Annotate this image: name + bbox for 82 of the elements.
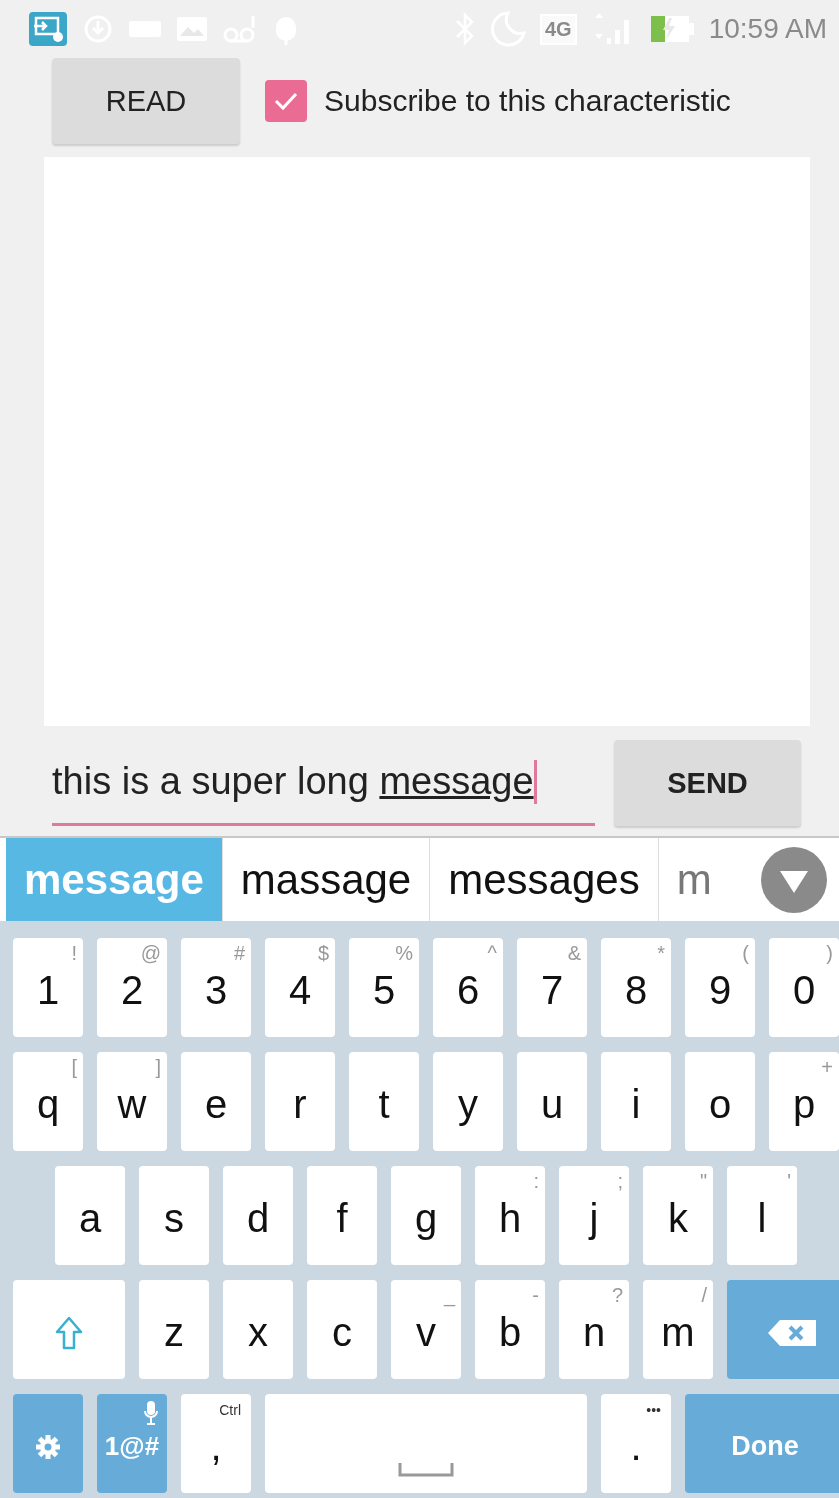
key-hint: +	[821, 1056, 833, 1079]
key[interactable]: n ?	[559, 1280, 629, 1379]
space-icon	[398, 1460, 454, 1477]
subscribe-label: Subscribe to this characteristic	[324, 84, 731, 118]
key[interactable]: 0 )	[769, 938, 839, 1037]
key[interactable]: j ;	[559, 1166, 629, 1265]
key-hint: Ctrl	[219, 1402, 241, 1418]
key-hint: *	[657, 942, 665, 965]
key-hint: (	[742, 942, 749, 965]
key-hint: ?	[611, 1284, 623, 1307]
key[interactable]: 1 !	[13, 938, 83, 1037]
key[interactable]: 4 $	[265, 938, 335, 1037]
key[interactable]: o	[685, 1052, 755, 1151]
key[interactable]: . •••	[601, 1394, 671, 1493]
key[interactable]: m /	[643, 1280, 713, 1379]
key[interactable]: 8 *	[601, 938, 671, 1037]
key[interactable]: r	[265, 1052, 335, 1151]
subscribe-checkbox[interactable]	[265, 80, 307, 122]
key[interactable]: 5 %	[349, 938, 419, 1037]
backspace-icon	[766, 1317, 818, 1348]
settings-icon	[35, 1433, 61, 1460]
key[interactable]: 9 (	[685, 938, 755, 1037]
key[interactable]: i	[601, 1052, 671, 1151]
key-hint: !	[71, 942, 77, 965]
key[interactable]: l '	[727, 1166, 797, 1265]
shift-key[interactable]	[13, 1280, 125, 1379]
key[interactable]: z	[139, 1280, 209, 1379]
battery-icon	[648, 14, 695, 44]
send-button[interactable]: SEND	[614, 740, 801, 826]
microphone-icon	[143, 1400, 159, 1426]
key[interactable]: g	[391, 1166, 461, 1265]
key[interactable]: 6 ^	[433, 938, 503, 1037]
key-hint: ^	[487, 942, 497, 965]
key[interactable]: h :	[475, 1166, 545, 1265]
key-hint: •••	[646, 1402, 661, 1418]
key-hint: ]	[155, 1056, 161, 1079]
key[interactable]: y	[433, 1052, 503, 1151]
read-button[interactable]: READ	[52, 58, 240, 144]
key-hint: )	[826, 942, 833, 965]
shift-icon	[54, 1314, 84, 1351]
clock-time: 10:59 AM	[708, 13, 827, 45]
key[interactable]: d	[223, 1166, 293, 1265]
suggestion-item[interactable]: messages	[430, 838, 659, 921]
key[interactable]: u	[517, 1052, 587, 1151]
key[interactable]: b -	[475, 1280, 545, 1379]
key[interactable]: q [	[13, 1052, 83, 1151]
key-hint: '	[787, 1170, 791, 1193]
key[interactable]: v _	[391, 1280, 461, 1379]
key[interactable]: s	[139, 1166, 209, 1265]
key-hint: &	[567, 942, 581, 965]
key[interactable]: a	[55, 1166, 125, 1265]
network-type-label: 4G	[540, 13, 577, 45]
key[interactable]: 7 &	[517, 938, 587, 1037]
expand-icon[interactable]	[761, 846, 827, 913]
key-hint: _	[443, 1284, 455, 1307]
key-hint: %	[395, 942, 413, 965]
key[interactable]: c	[307, 1280, 377, 1379]
suggestion-item[interactable]: m	[658, 838, 730, 921]
key[interactable]: t	[349, 1052, 419, 1151]
key-hint: ;	[617, 1170, 623, 1193]
key-hint: "	[699, 1170, 707, 1193]
key-hint: -	[532, 1284, 539, 1307]
key[interactable]: k "	[643, 1166, 713, 1265]
key[interactable]: w ]	[97, 1052, 167, 1151]
key-hint: $	[317, 942, 329, 965]
settings-key[interactable]	[13, 1394, 83, 1493]
message-field[interactable]: this is a super long message	[52, 740, 595, 826]
suggestion-item[interactable]: massage	[222, 838, 431, 921]
key[interactable]: 3 #	[181, 938, 251, 1037]
key-hint: @	[140, 942, 161, 965]
key[interactable]: x	[223, 1280, 293, 1379]
screen-cast-icon	[28, 11, 68, 47]
key[interactable]: 2 @	[97, 938, 167, 1037]
key[interactable]: e	[181, 1052, 251, 1151]
backspace-key[interactable]	[727, 1280, 839, 1379]
key-hint: /	[701, 1284, 707, 1307]
key[interactable]: p +	[769, 1052, 839, 1151]
key[interactable]: f	[307, 1166, 377, 1265]
key[interactable]: , Ctrl	[181, 1394, 251, 1493]
key-hint: :	[533, 1170, 539, 1193]
key-hint: #	[233, 942, 245, 965]
key-hint: [	[71, 1056, 77, 1079]
